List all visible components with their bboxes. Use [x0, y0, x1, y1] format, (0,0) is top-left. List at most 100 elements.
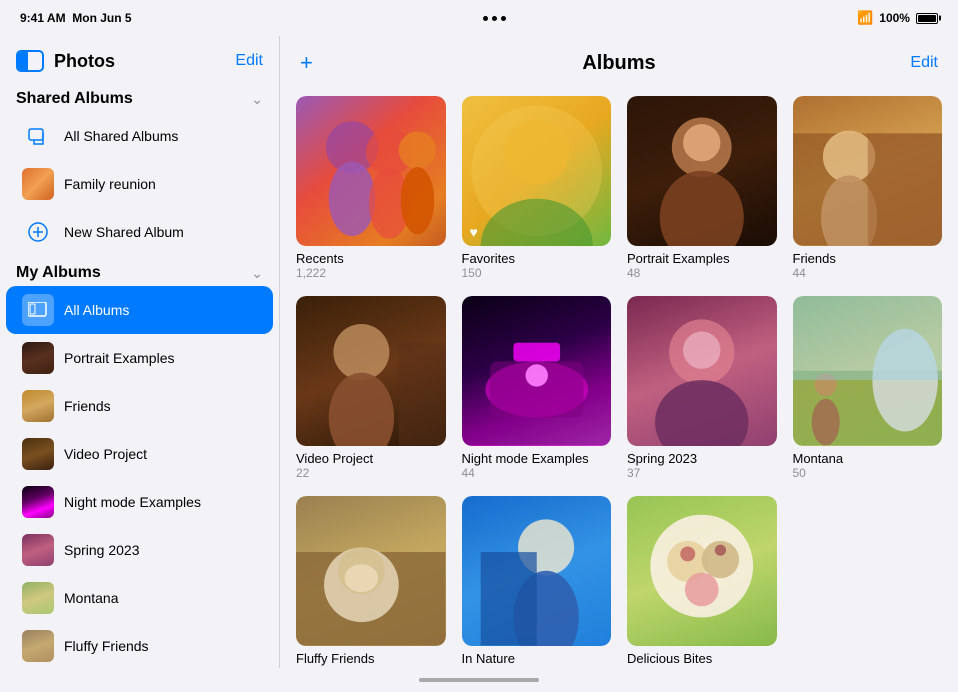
album-count-montana: 50 [793, 466, 943, 480]
album-count-night-mode: 44 [462, 466, 612, 480]
main-title: Albums [340, 52, 898, 75]
status-indicators: 📶 100% [857, 10, 938, 26]
family-reunion-thumb [22, 168, 54, 200]
album-name-delicious-bites: Delicious Bites [627, 651, 777, 667]
friends-label: Friends [64, 398, 111, 414]
album-thumb-night-mode [462, 296, 612, 446]
album-count-spring-2023: 37 [627, 466, 777, 480]
wifi-icon: 📶 [857, 10, 873, 26]
album-thumb-spring-2023 [627, 296, 777, 446]
album-card-fluffy-friends[interactable]: Fluffy Friends 8 [296, 496, 446, 668]
album-card-spring-2023[interactable]: Spring 2023 37 [627, 296, 777, 480]
album-name-night-mode: Night mode Examples [462, 451, 612, 467]
all-shared-label: All Shared Albums [64, 128, 178, 144]
home-bar [419, 678, 539, 682]
video-project-thumb [22, 438, 54, 470]
album-card-recents[interactable]: Recents 1,222 [296, 96, 446, 280]
album-count-video-project: 22 [296, 466, 446, 480]
portrait-examples-label: Portrait Examples [64, 350, 174, 366]
all-albums-label: All Albums [64, 302, 129, 318]
fluffy-friends-label: Fluffy Friends [64, 638, 149, 654]
sidebar-item-fluffy-friends[interactable]: Fluffy Friends [6, 622, 273, 668]
my-albums-chevron-icon[interactable]: ⌄ [251, 265, 263, 282]
sidebar-edit-button[interactable]: Edit [235, 52, 263, 70]
album-name-montana: Montana [793, 451, 943, 467]
album-thumb-in-nature [462, 496, 612, 646]
main-edit-button[interactable]: Edit [898, 54, 938, 72]
family-reunion-label: Family reunion [64, 176, 156, 192]
album-name-portrait-examples: Portrait Examples [627, 251, 777, 267]
video-project-label: Video Project [64, 446, 147, 462]
albums-grid: Recents 1,222 ♥ Favorites 150 [280, 86, 958, 668]
album-count-recents: 1,222 [296, 266, 446, 280]
shared-albums-title: Shared Albums [16, 90, 133, 108]
shared-albums-icon [22, 120, 54, 152]
status-time: 9:41 AM Mon Jun 5 [20, 11, 132, 25]
montana-thumb [22, 582, 54, 614]
main-content: + Albums Edit [280, 36, 958, 668]
sidebar-item-family-reunion[interactable]: Family reunion [6, 160, 273, 208]
album-thumb-friends [793, 96, 943, 246]
sidebar-item-all-albums[interactable]: All Albums [6, 286, 273, 334]
album-card-montana[interactable]: Montana 50 [793, 296, 943, 480]
album-name-recents: Recents [296, 251, 446, 267]
album-thumb-recents [296, 96, 446, 246]
shared-albums-chevron-icon[interactable]: ⌄ [251, 91, 263, 108]
shared-albums-section-header: Shared Albums ⌄ [0, 82, 279, 112]
add-album-button[interactable]: + [300, 50, 340, 76]
album-thumb-fluffy-friends [296, 496, 446, 646]
home-indicator [0, 668, 958, 692]
album-name-fluffy-friends: Fluffy Friends [296, 651, 446, 667]
sidebar-item-friends[interactable]: Friends [6, 382, 273, 430]
montana-label: Montana [64, 590, 118, 606]
album-card-favorites[interactable]: ♥ Favorites 150 [462, 96, 612, 280]
album-thumb-delicious-bites [627, 496, 777, 646]
portrait-examples-thumb [22, 342, 54, 374]
my-albums-section-header: My Albums ⌄ [0, 256, 279, 286]
sidebar-item-video-project[interactable]: Video Project [6, 430, 273, 478]
status-bar: 9:41 AM Mon Jun 5 📶 100% [0, 0, 958, 36]
sidebar-item-night-mode[interactable]: Night mode Examples [6, 478, 273, 526]
friends-thumb [22, 390, 54, 422]
album-count-friends: 44 [793, 266, 943, 280]
album-name-spring-2023: Spring 2023 [627, 451, 777, 467]
album-card-night-mode[interactable]: Night mode Examples 44 [462, 296, 612, 480]
album-count-favorites: 150 [462, 266, 612, 280]
album-thumb-favorites: ♥ [462, 96, 612, 246]
spring-2023-thumb [22, 534, 54, 566]
album-name-in-nature: In Nature [462, 651, 612, 667]
sidebar-item-new-shared[interactable]: New Shared Album [6, 208, 273, 256]
album-thumb-portrait-examples [627, 96, 777, 246]
new-shared-album-icon [22, 216, 54, 248]
battery-percent: 100% [879, 11, 910, 25]
album-count-portrait-examples: 48 [627, 266, 777, 280]
new-shared-album-label: New Shared Album [64, 224, 184, 240]
album-thumb-video-project [296, 296, 446, 446]
sidebar-item-portrait-examples[interactable]: Portrait Examples [6, 334, 273, 382]
my-albums-title: My Albums [16, 264, 101, 282]
sidebar-header: Photos Edit [0, 36, 279, 82]
album-thumb-montana [793, 296, 943, 446]
album-card-friends[interactable]: Friends 44 [793, 96, 943, 280]
fluffy-friends-thumb [22, 630, 54, 662]
favorites-heart-icon: ♥ [470, 224, 478, 240]
status-dots [483, 16, 506, 21]
battery-icon [916, 13, 938, 24]
spring-2023-label: Spring 2023 [64, 542, 140, 558]
sidebar: Photos Edit Shared Albums ⌄ All Shared A… [0, 36, 280, 668]
night-mode-label: Night mode Examples [64, 494, 201, 510]
album-name-favorites: Favorites [462, 251, 612, 267]
all-albums-thumb [22, 294, 54, 326]
album-name-friends: Friends [793, 251, 943, 267]
album-card-delicious-bites[interactable]: Delicious Bites 10 [627, 496, 777, 668]
sidebar-item-montana[interactable]: Montana [6, 574, 273, 622]
main-header: + Albums Edit [280, 36, 958, 86]
sidebar-item-all-shared[interactable]: All Shared Albums [6, 112, 273, 160]
album-name-video-project: Video Project [296, 451, 446, 467]
album-card-video-project[interactable]: Video Project 22 [296, 296, 446, 480]
album-card-in-nature[interactable]: In Nature 53 [462, 496, 612, 668]
night-mode-thumb [22, 486, 54, 518]
album-card-portrait-examples[interactable]: Portrait Examples 48 [627, 96, 777, 280]
sidebar-item-spring-2023[interactable]: Spring 2023 [6, 526, 273, 574]
sidebar-title: Photos [54, 51, 115, 72]
